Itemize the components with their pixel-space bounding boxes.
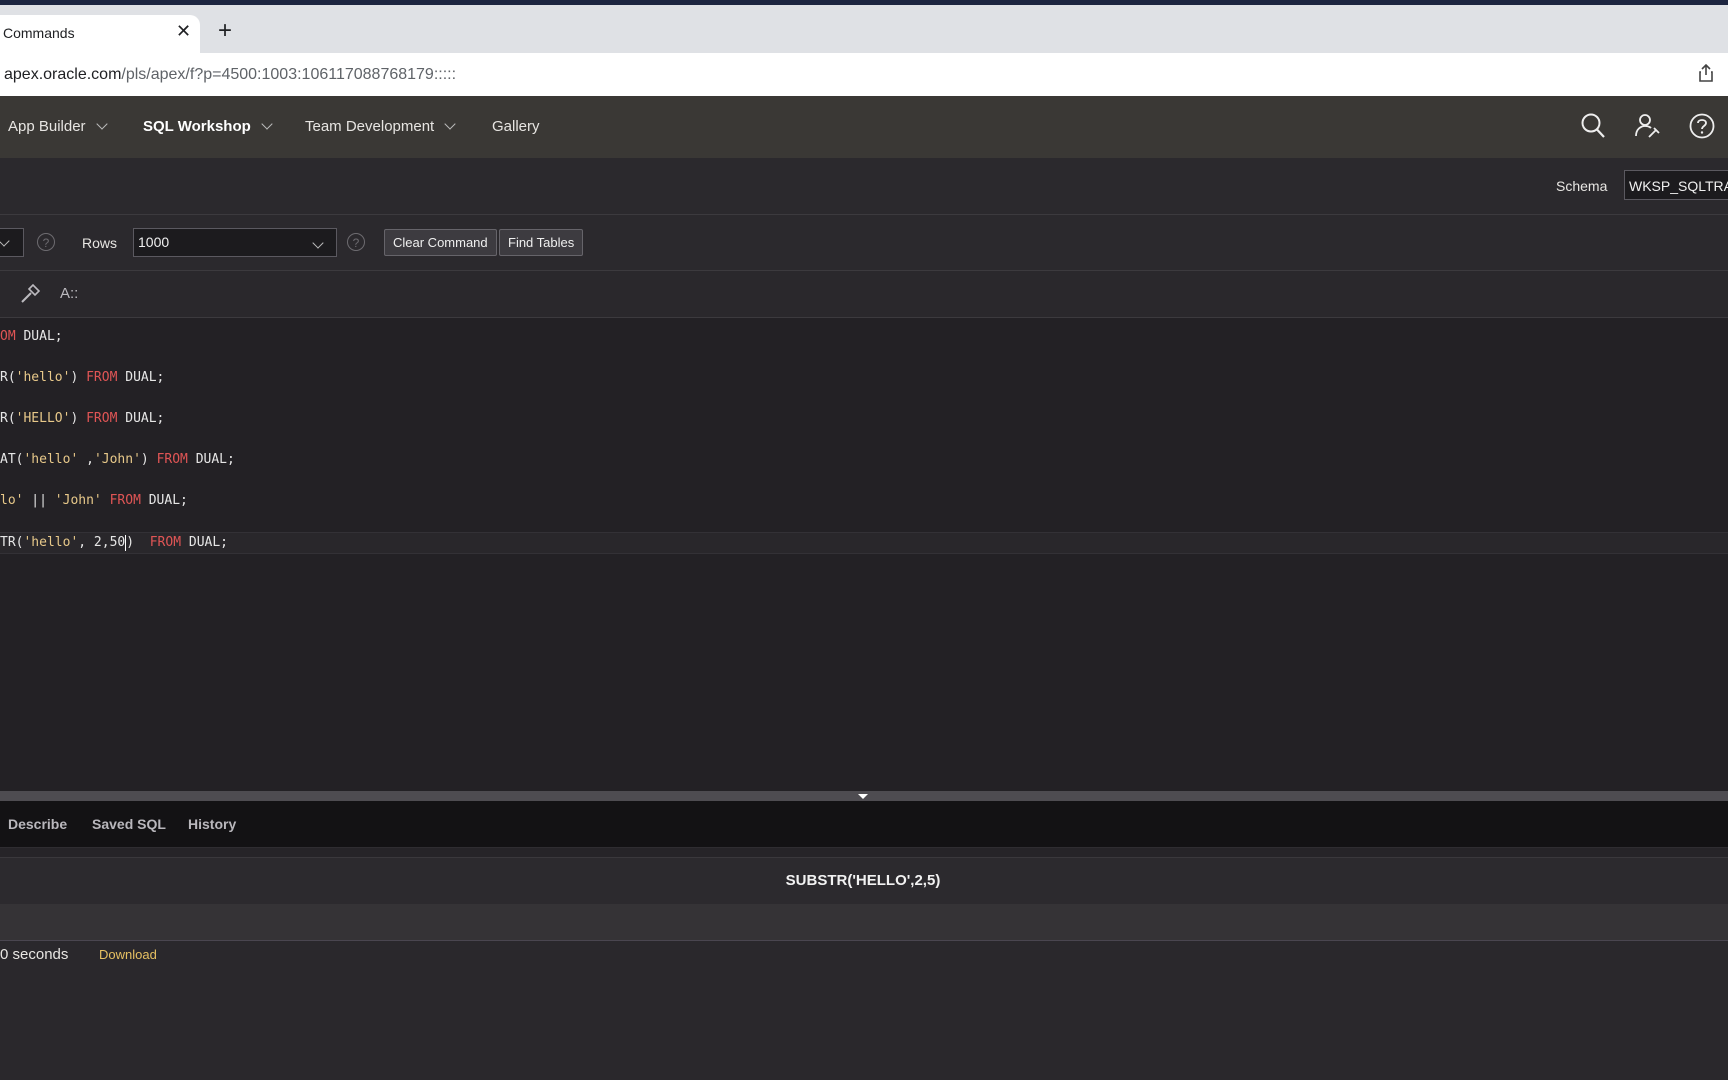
browser-tab-bar: Commands ✕ + — [0, 5, 1728, 53]
rows-select-value: 1000 — [138, 234, 170, 250]
url-host: apex.oracle.com — [4, 66, 122, 83]
sql-text: TR( — [0, 535, 24, 550]
code-line[interactable]: AT('hello' ,'John') FROM DUAL; — [0, 450, 1728, 470]
sql-text: DUAL; — [187, 452, 235, 467]
rows-select[interactable]: 1000 — [133, 228, 337, 257]
new-tab-icon[interactable]: + — [218, 19, 232, 43]
code-line[interactable]: lo' || 'John' FROM DUAL; — [0, 491, 1728, 511]
sql-text: DUAL; — [117, 411, 165, 426]
nav-gallery[interactable]: Gallery — [492, 118, 540, 135]
sql-string: 'hello' — [23, 535, 79, 550]
help-icon[interactable] — [1688, 112, 1716, 145]
sql-string: 'John' — [93, 452, 141, 467]
schema-select[interactable]: WKSP_SQLTRAII — [1624, 170, 1728, 200]
sql-text: , 2,50 — [78, 535, 126, 550]
chevron-down-icon — [312, 237, 324, 249]
language-select[interactable] — [0, 228, 24, 257]
sql-string: 'John' — [54, 493, 102, 508]
user-wrench-icon[interactable] — [1634, 112, 1662, 145]
sql-text: DUAL; — [15, 329, 63, 344]
download-link[interactable]: Download — [99, 947, 157, 962]
editor-toolbar: A:: — [0, 271, 1728, 318]
panel-splitter[interactable] — [0, 791, 1728, 801]
tab-describe[interactable]: Describe — [8, 816, 67, 832]
sql-text: AT( — [0, 452, 24, 467]
sql-keyword: FROM — [149, 535, 182, 550]
result-column-header: SUBSTR('HELLO',2,5) — [0, 857, 1728, 905]
sql-text: DUAL; — [181, 535, 229, 550]
sql-keyword: FROM — [156, 452, 188, 467]
nav-app-builder-label: App Builder — [8, 118, 86, 135]
code-line[interactable]: R('hello') FROM DUAL; — [0, 368, 1728, 388]
nav-sql-workshop[interactable]: SQL Workshop — [143, 118, 273, 135]
result-tabs: Describe Saved SQL History — [0, 801, 1728, 848]
search-icon[interactable] — [1580, 112, 1606, 145]
nav-team-development-label: Team Development — [305, 118, 435, 135]
sql-string: 'hello' — [15, 370, 71, 385]
result-footer: 0 seconds Download — [0, 941, 1728, 1080]
chevron-down-icon — [95, 118, 108, 130]
sql-text: , — [78, 452, 94, 467]
schema-bar: Schema WKSP_SQLTRAII — [0, 158, 1728, 215]
sql-keyword: FROM — [86, 370, 118, 385]
sql-string: 'hello' — [23, 452, 79, 467]
url-text[interactable]: apex.oracle.com/pls/apex/f?p=4500:1003:1… — [4, 66, 456, 84]
font-size-icon[interactable]: A:: — [60, 285, 78, 302]
tab-saved-sql[interactable]: Saved SQL — [92, 816, 166, 832]
sql-text: R( — [0, 370, 16, 385]
nav-gallery-label: Gallery — [492, 118, 540, 135]
tab-history[interactable]: History — [188, 816, 236, 832]
sql-text: DUAL; — [140, 493, 188, 508]
sql-text: ) — [70, 411, 87, 426]
sql-keyword: OM — [0, 329, 16, 344]
sql-text: DUAL; — [117, 370, 165, 385]
sql-string: 'HELLO' — [15, 411, 71, 426]
sql-toolbar: ? Rows 1000 ? Clear Command Find Tables — [0, 215, 1728, 271]
close-icon[interactable]: ✕ — [176, 21, 191, 41]
sql-keyword: FROM — [86, 411, 118, 426]
share-icon[interactable] — [1698, 63, 1714, 87]
sql-text: R( — [0, 411, 16, 426]
sql-string: lo' — [0, 493, 24, 508]
help-icon[interactable]: ? — [37, 233, 55, 251]
code-editor[interactable]: OM DUAL; R('hello') FROM DUAL; R('HELLO') … — [0, 318, 1728, 791]
url-path: /pls/apex/f?p=4500:1003:106117088768179:… — [121, 66, 457, 83]
sql-text: ) — [126, 535, 150, 550]
help-icon[interactable]: ? — [347, 233, 365, 251]
rows-label: Rows — [82, 235, 118, 251]
result-column-title: SUBSTR('HELLO',2,5) — [785, 872, 941, 889]
nav-team-development[interactable]: Team Development — [305, 118, 456, 135]
hammer-icon[interactable] — [19, 283, 41, 310]
collapse-arrow-icon[interactable] — [858, 794, 868, 799]
sql-text: ) — [70, 370, 87, 385]
chevron-down-icon — [444, 118, 456, 130]
schema-label: Schema — [1556, 178, 1608, 194]
browser-tab-title: Commands — [3, 25, 75, 41]
browser-tab[interactable]: Commands ✕ — [0, 15, 200, 53]
sql-text: || — [23, 493, 55, 508]
timing-text: 0 seconds — [0, 946, 69, 963]
sql-text: ) — [140, 452, 157, 467]
clear-command-button[interactable]: Clear Command — [384, 229, 497, 256]
chevron-down-icon — [261, 118, 273, 130]
result-row — [0, 904, 1728, 941]
code-line[interactable]: TR('hello', 2,50) FROM DUAL; — [0, 532, 1728, 554]
apex-nav-bar: App Builder SQL Workshop Team Developmen… — [0, 96, 1728, 158]
nav-app-builder[interactable]: App Builder — [8, 118, 108, 135]
nav-sql-workshop-label: SQL Workshop — [143, 118, 251, 135]
sql-keyword: FROM — [109, 493, 141, 508]
find-tables-button[interactable]: Find Tables — [499, 229, 584, 256]
address-bar[interactable]: apex.oracle.com/pls/apex/f?p=4500:1003:1… — [0, 53, 1728, 97]
code-line[interactable]: R('HELLO') FROM DUAL; — [0, 409, 1728, 429]
chevron-down-icon — [0, 235, 10, 247]
code-line[interactable]: OM DUAL; — [0, 327, 1728, 347]
